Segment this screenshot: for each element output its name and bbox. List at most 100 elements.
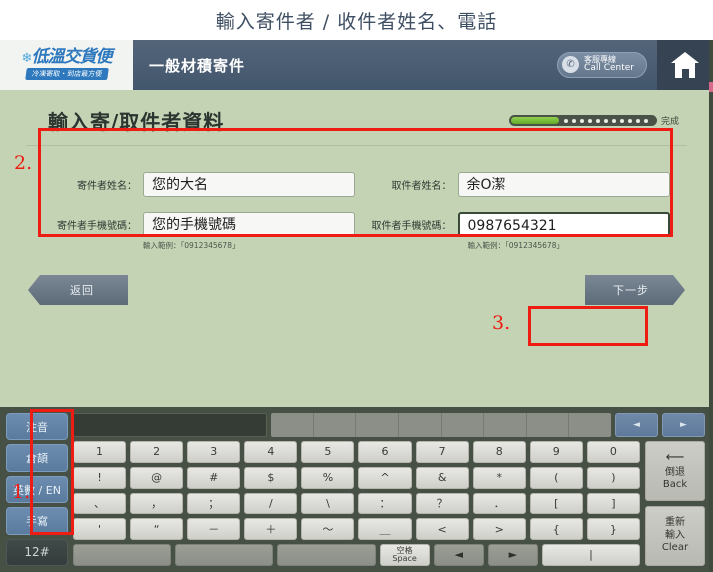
key-colon[interactable]: ： [358, 492, 412, 515]
key-cursor-left[interactable]: ◄ [433, 544, 484, 566]
key-8[interactable]: 8 [472, 441, 526, 463]
key-quote[interactable]: “ [130, 518, 184, 541]
hint-row: 輸入範例：「0912345678」 輸入範例：「0912345678」 [22, 240, 691, 251]
key-greater-than[interactable]: > [472, 518, 526, 541]
snowflake-icon: ❄ [21, 51, 33, 66]
key-paren-close[interactable]: ) [586, 466, 640, 489]
clear-label-en: Clear [661, 542, 689, 554]
clear-key[interactable]: 重新 輸入 Clear [645, 506, 705, 566]
key-comma[interactable]: ， [130, 492, 184, 515]
backspace-arrow-icon: ⟵ [665, 450, 685, 466]
sender-name-input[interactable]: 您的大名 [143, 172, 355, 197]
key-paren-open[interactable]: ( [529, 466, 583, 489]
key-hash[interactable]: # [187, 466, 241, 489]
candidate-cell[interactable] [442, 413, 485, 437]
onscreen-keyboard: 注音 倉頡 英數 / EN 手寫 12# ◄ ► 1 2 3 4 5 6 7 8… [0, 407, 713, 572]
screen-right-edge [709, 40, 713, 572]
backspace-key[interactable]: ⟵ 倒退 Back [645, 441, 705, 501]
key-5[interactable]: 5 [301, 441, 355, 463]
nav-row: 返回 下一步 [22, 275, 691, 305]
progress-dots [563, 118, 648, 123]
candidate-cell[interactable] [356, 413, 399, 437]
screen-edge-marker [709, 82, 713, 92]
key-3[interactable]: 3 [187, 441, 241, 463]
receiver-phone-input[interactable]: 0987654321 [457, 212, 670, 237]
logo-text: ❄低溫交貨便 [21, 47, 113, 67]
key-space[interactable]: 空格 Space [379, 544, 430, 566]
page-title: 輸入寄/取件者資料 [48, 110, 225, 134]
home-button[interactable] [657, 40, 713, 90]
key-semicolon[interactable]: ； [187, 492, 241, 515]
key-blank-2[interactable] [175, 544, 274, 566]
receiver-name-field: 取件者姓名： 余O潔 [357, 172, 692, 197]
candidate-prev-button[interactable]: ◄ [615, 413, 658, 437]
key-exclaim[interactable]: ! [73, 466, 127, 489]
key-grid: 1 2 3 4 5 6 7 8 9 0 ! @ # $ % ^ & * () … [73, 441, 641, 566]
key-1[interactable]: 1 [73, 441, 127, 463]
key-asterisk[interactable]: * [472, 466, 526, 489]
annotation-label-next: 3. [492, 312, 511, 334]
ime-key-zhuyin[interactable]: 注音 [6, 413, 68, 441]
key-slash[interactable]: / [244, 492, 298, 515]
key-tilde[interactable]: ～ [301, 518, 355, 541]
sender-phone-input[interactable]: 您的手機號碼 [143, 212, 355, 237]
key-dollar[interactable]: $ [244, 466, 298, 489]
back-button[interactable]: 返回 [28, 275, 128, 305]
receiver-name-input[interactable]: 余O潔 [457, 172, 670, 197]
key-0[interactable]: 0 [586, 441, 640, 463]
logo-tagline: 冷凍寄取・到店最方便 [24, 68, 109, 80]
key-minus[interactable]: － [187, 518, 241, 541]
key-caret[interactable]: ^ [358, 466, 412, 489]
candidate-cell[interactable] [484, 413, 527, 437]
key-4[interactable]: 4 [244, 441, 298, 463]
sender-phone-hint: 輸入範例：「0912345678」 [143, 241, 240, 250]
key-blank-3[interactable] [277, 544, 376, 566]
key-6[interactable]: 6 [358, 441, 412, 463]
candidate-strip[interactable] [271, 413, 611, 437]
key-brace-close[interactable]: } [586, 518, 640, 541]
candidate-cell[interactable] [314, 413, 357, 437]
candidate-cell[interactable] [527, 413, 570, 437]
next-button[interactable]: 下一步 [585, 275, 685, 305]
call-center-button[interactable]: ✆ 客服專線 Call Center [557, 52, 647, 78]
candidate-cell[interactable] [569, 413, 611, 437]
key-less-than[interactable]: < [415, 518, 469, 541]
candidate-cell[interactable] [399, 413, 442, 437]
key-bracket-open[interactable]: [ [529, 492, 583, 515]
key-brace-open[interactable]: { [529, 518, 583, 541]
figure-caption: 輸入寄件者 / 收件者姓名、電話 [215, 10, 498, 33]
content-panel: 輸入寄/取件者資料 完成 寄件者姓名： 您的大名 取件者姓名： 余O潔 寄件者手… [0, 90, 713, 407]
key-apostrophe[interactable]: ' [73, 518, 127, 541]
annotation-label-form: 2. [14, 152, 33, 174]
key-ideographic-comma[interactable]: 、 [73, 492, 127, 515]
key-bracket-close[interactable]: ] [586, 492, 640, 515]
composing-display[interactable] [73, 413, 267, 437]
key-9[interactable]: 9 [529, 441, 583, 463]
key-row-symbols-2: 、 ， ； / \ ： ？ ． [ ] [73, 492, 640, 515]
key-at[interactable]: @ [130, 466, 184, 489]
candidate-row: ◄ ► [73, 413, 705, 437]
key-2[interactable]: 2 [130, 441, 184, 463]
candidate-cell[interactable] [271, 413, 314, 437]
keyboard-main-column: ◄ ► 1 2 3 4 5 6 7 8 9 0 ! @ # $ % ^ & * … [73, 413, 705, 566]
key-ampersand[interactable]: & [415, 466, 469, 489]
key-question[interactable]: ？ [415, 492, 469, 515]
receiver-phone-hint: 輸入範例：「0912345678」 [467, 241, 564, 250]
key-period[interactable]: ． [472, 492, 526, 515]
ime-key-symbols[interactable]: 12# [6, 538, 68, 567]
ime-key-cangjie[interactable]: 倉頡 [6, 444, 68, 472]
key-pipe[interactable]: | [541, 544, 641, 566]
candidate-next-button[interactable]: ► [662, 413, 705, 437]
key-underscore[interactable]: ＿ [358, 518, 412, 541]
key-blank-1[interactable] [73, 544, 172, 566]
sender-name-label: 寄件者姓名： [77, 181, 137, 192]
key-7[interactable]: 7 [415, 441, 469, 463]
form-area: 寄件者姓名： 您的大名 取件者姓名： 余O潔 寄件者手機號碼： 您的手機號碼 取… [22, 162, 691, 257]
key-backslash[interactable]: \ [301, 492, 355, 515]
ime-key-handwriting[interactable]: 手寫 [6, 507, 68, 535]
call-center-en: Call Center [584, 63, 634, 74]
key-plus[interactable]: ＋ [244, 518, 298, 541]
key-percent[interactable]: % [301, 466, 355, 489]
key-cursor-right[interactable]: ► [487, 544, 538, 566]
keys-area: 1 2 3 4 5 6 7 8 9 0 ! @ # $ % ^ & * () … [73, 441, 705, 566]
